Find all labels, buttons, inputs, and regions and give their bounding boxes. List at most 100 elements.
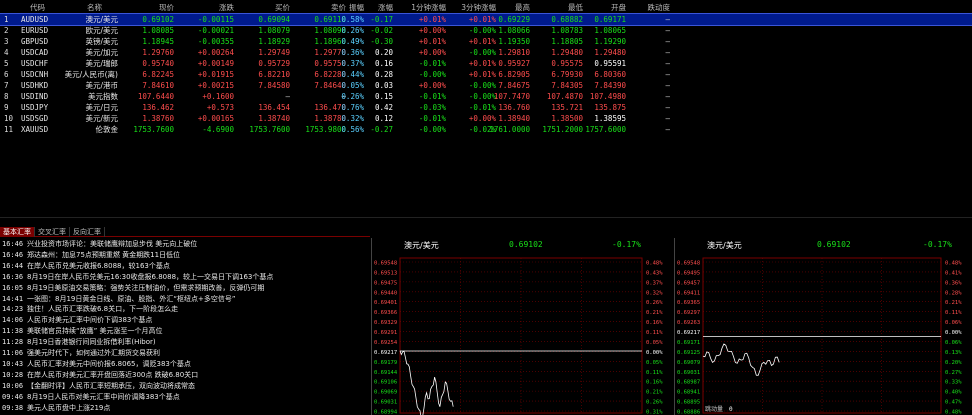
y-tick-label: 0.69411 [677, 290, 700, 296]
pct-tick-label: 0.40% [945, 390, 962, 396]
chart-title: 澳元/美元 [404, 241, 439, 250]
news-item[interactable]: 10:28 在岸人民币对美元汇率开盘回落近300点 跌破6.80关口 [0, 370, 370, 380]
news-headline[interactable]: 8月19日在岸人民币兑美元16:30收盘报6.8088，较上一交易日下调163个… [27, 272, 273, 282]
y-tick-label: 0.69125 [677, 350, 700, 356]
y-tick-label: 0.69329 [374, 320, 397, 326]
row-change: +0.00215 [197, 81, 234, 90]
quote-row[interactable]: 2 EURUSD 欧元/美元 1.08085 -0.00021 1.08079 1.0809… [0, 25, 972, 36]
quote-row[interactable]: 5 USDCHF 美元/瑞郎 0.95740 +0.00149 0.95729 0.9575… [0, 58, 972, 69]
news-time: 14:23 [2, 305, 24, 314]
pct-tick-label: 0.00% [945, 330, 962, 336]
tab-cross-rates[interactable]: 交叉汇率 [35, 227, 70, 237]
news-item[interactable]: 11:38 美联储官员持续“放鹰” 美元涨至一个月高位 [0, 326, 370, 336]
quote-row[interactable]: 6 USDCNH 美元/人民币(离) 6.82245 +0.01915 6.82210 6.… [0, 69, 972, 80]
row-bid: 1.08079 [258, 26, 290, 35]
pct-tick-label: 0.21% [646, 310, 663, 316]
row-bid: 1.29749 [258, 48, 290, 57]
news-item[interactable]: 16:36 8月19日在岸人民币兑美元16:30收盘报6.8088，较上一交易日下… [0, 272, 370, 282]
col-header-bid[interactable]: 买价 [236, 2, 290, 13]
news-item[interactable]: 16:44 在岸人民币兑美元收报6.8088，较163个基点 [0, 261, 370, 271]
row-change: +0.01915 [197, 70, 234, 79]
tab-inverse-rates[interactable]: 反向汇率 [70, 227, 105, 237]
pct-tick-label: 0.26% [646, 400, 663, 406]
pct-tick-label: 0.06% [945, 340, 962, 346]
quote-row[interactable]: 11 XAUUSD 伦敦金 1753.7600 -4.6900 1753.7600 1753… [0, 124, 972, 135]
y-tick-label: 0.69217 [677, 330, 700, 336]
chart-plot[interactable]: 0.69548 0.48% 0.69513 0.43% 0.69475 0.37% 0.69… [372, 254, 674, 415]
news-item[interactable]: 16:46 郑达森州：加息75点预期重燃 黄金期跌11日低位 [0, 250, 370, 260]
quote-row[interactable]: 4 USDCAD 美元/加元 1.29760 +0.00264 1.29749 1.2977… [0, 47, 972, 58]
news-headline[interactable]: 独住！人民币汇率跌破6.8关口，下一阶段怎么走 [27, 304, 178, 314]
news-time: 16:44 [2, 261, 24, 270]
row-tick-speed: — [665, 103, 670, 112]
news-headline[interactable]: 强美元时代下，如何通过外汇期货交易获利 [27, 348, 160, 358]
news-item[interactable]: 16:46 兴业投资市场评论：美联储鹰辩加息步伐 美元向上破位 [0, 239, 370, 249]
pct-tick-label: 0.37% [646, 280, 663, 286]
y-tick-label: 0.68994 [374, 410, 398, 415]
quote-row[interactable]: 1 AUDUSD 澳元/美元 0.69102 -0.00115 0.69094 0.6911… [0, 13, 972, 26]
chart-plot[interactable]: 0.69548 0.48% 0.69495 0.41% 0.69457 0.36% 0.69… [675, 254, 972, 415]
row-tick-speed: — [665, 125, 670, 134]
row-change: +0.00149 [197, 59, 234, 68]
pct-tick-label: 0.05% [646, 340, 663, 346]
news-item[interactable]: 11:28 8月19日香港银行间同业拆借利率(Hibor) [0, 337, 370, 347]
row-bid: 1.38740 [258, 114, 290, 123]
row-price: 1.38760 [142, 114, 174, 123]
row-index: 10 [4, 114, 14, 123]
news-item[interactable]: 09:46 8月19日人民币对美元汇率中间价调降383个基点 [0, 392, 370, 402]
col-header-tick-speed[interactable]: 跌动度 [612, 2, 671, 13]
news-item[interactable]: 14:23 独住！人民币汇率跌破6.8关口，下一阶段怎么走 [0, 304, 370, 314]
news-item[interactable]: 14:06 人民币对美元汇率中间价下调383个基点 [0, 315, 370, 325]
row-price: 0.69102 [142, 15, 174, 24]
row-bid: 7.84580 [258, 81, 290, 90]
news-headline[interactable]: 美元人民币盘中上涨219点 [27, 403, 110, 413]
y-tick-label: 0.69263 [677, 320, 700, 326]
tab-basic-rates[interactable]: 基本汇率 [0, 227, 35, 237]
row-tick-speed: — [665, 48, 670, 57]
row-bid: 136.454 [258, 103, 290, 112]
y-tick-label: 0.69457 [677, 280, 700, 286]
quote-row[interactable]: 8 USDIND 美元指数 107.6440 +0.1600— —0.26% 0.15 -0.… [0, 91, 972, 102]
news-item[interactable]: 11:06 强美元时代下，如何通过外汇期货交易获利 [0, 348, 370, 358]
y-tick-label: 0.69495 [677, 270, 700, 276]
pct-tick-label: 0.48% [945, 261, 962, 267]
quote-row[interactable]: 10 USDSGD 美元/新元 1.38760 +0.00165 1.38740 1.387… [0, 113, 972, 124]
y-tick-label: 0.69365 [677, 300, 700, 306]
quote-row[interactable]: 9 USDJPY 美元/日元 136.462 +0.573 136.454 136.470 0… [0, 102, 972, 113]
news-headline[interactable]: 郑达森州：加息75点预期重燃 黄金期跌11日低位 [27, 250, 180, 260]
news-headline[interactable]: 兴业投资市场评论：美联储鹰辩加息步伐 美元向上破位 [27, 239, 197, 249]
news-headline[interactable]: 一张图：8月19日黄金日线、原油、股指、外汇“枢纽点+多空信号” [27, 294, 235, 304]
col-header-name[interactable]: 名称 [58, 2, 102, 13]
price-line [702, 343, 780, 376]
row-name: 美元/加元 [85, 48, 118, 57]
plot-frame [399, 257, 643, 414]
news-headline[interactable]: 美联储官员持续“放鹰” 美元涨至一个月高位 [27, 326, 162, 336]
news-headline[interactable]: 在岸人民币对美元汇率开盘回落近300点 跌破6.80关口 [27, 370, 198, 380]
news-headline[interactable]: 人民币对美元汇率中间价下调383个基点 [27, 315, 152, 325]
quote-row[interactable]: 3 GBPUSD 英镑/美元 1.18945 -0.00355 1.18929 1.1896… [0, 36, 972, 47]
news-item[interactable]: 16:05 8月19日美原油交易策略：强势关注压制油价，但需求预期改善，反弹仍可期 [0, 283, 370, 293]
row-tick-speed: — [665, 59, 670, 68]
col-header-price[interactable]: 现价 [118, 2, 174, 13]
news-headline[interactable]: 8月19日人民币对美元汇率中间价调降383个基点 [27, 392, 180, 402]
news-headline[interactable]: 【金翻时评】人民币汇率短期承压，双向波动将成常态 [27, 381, 195, 391]
col-header-change[interactable]: 涨跌 [176, 2, 234, 13]
y-tick-label: 0.69171 [677, 340, 700, 346]
y-tick-label: 0.69401 [374, 300, 397, 306]
col-header-high[interactable]: 最高 [470, 2, 530, 13]
row-high: 1.08066 [498, 26, 530, 35]
news-item[interactable]: 10:06 【金翻时评】人民币汇率短期承压，双向波动将成常态 [0, 381, 370, 391]
pct-tick-label: 0.36% [945, 280, 962, 286]
news-headline[interactable]: 8月19日美原油交易策略：强势关注压制油价，但需求预期改善，反弹仍可期 [27, 283, 264, 293]
news-headline[interactable]: 人民币汇率对美元中间价报6.8065，调贬383个基点 [27, 359, 191, 369]
news-item[interactable]: 10:43 人民币汇率对美元中间价报6.8065，调贬383个基点 [0, 359, 370, 369]
news-item[interactable]: 09:38 美元人民币盘中上涨219点 [0, 403, 370, 413]
intraday-chart-right: 澳元/美元 0.69102 -0.17% 0.69548 0.48% 0.69495… [674, 238, 972, 415]
y-tick-label: 0.68941 [677, 390, 700, 396]
row-change: -0.00355 [197, 37, 234, 46]
row-index: 9 [4, 103, 9, 112]
news-headline[interactable]: 在岸人民币兑美元收报6.8088，较163个基点 [27, 261, 170, 271]
news-headline[interactable]: 8月19日香港银行间同业拆借利率(Hibor) [27, 337, 156, 347]
news-item[interactable]: 14:41 一张图：8月19日黄金日线、原油、股指、外汇“枢纽点+多空信号” [0, 294, 370, 304]
quote-row[interactable]: 7 USDHKD 美元/港币 7.84610 +0.00215 7.84580 7.8464… [0, 80, 972, 91]
